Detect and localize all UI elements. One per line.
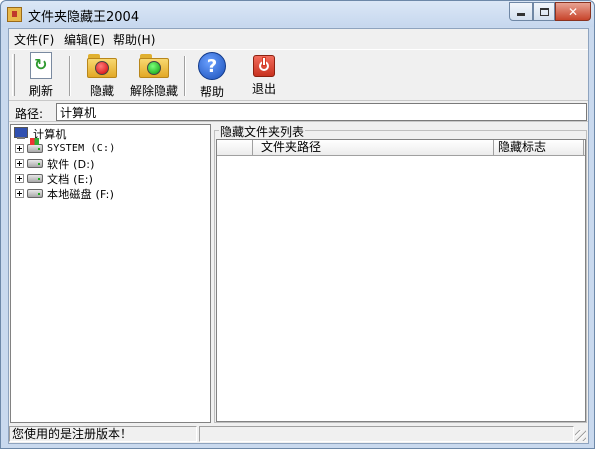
help-icon: ? xyxy=(198,52,226,80)
folder-unhide-icon xyxy=(138,52,170,79)
drive-icon xyxy=(27,189,43,198)
toolbar-grip[interactable] xyxy=(12,54,15,96)
maximize-button[interactable] xyxy=(533,2,555,21)
tree-item-drive-f[interactable]: 本地磁盘 (F:) xyxy=(15,186,114,201)
group-title: 隐藏文件夹列表 xyxy=(219,123,306,140)
expand-icon[interactable] xyxy=(15,159,24,168)
folder-tree[interactable]: 计算机 SYSTEM (C:) 软件 (D:) 文档 (E:) 本地磁盘 (F: xyxy=(10,124,211,423)
drive-icon xyxy=(27,159,43,168)
unhide-label: 解除隐藏 xyxy=(130,84,179,98)
app-folder-icon[interactable] xyxy=(7,7,22,22)
help-button[interactable]: ? 帮助 xyxy=(198,52,226,100)
power-icon xyxy=(253,55,275,77)
column-header-index[interactable] xyxy=(217,140,253,156)
toolbar-separator xyxy=(184,56,186,96)
hide-label: 隐藏 xyxy=(89,84,114,98)
client-area: 文件(F) 编辑(E) 帮助(H) 刷新 隐藏 解除隐藏 xyxy=(8,28,589,444)
window-title: 文件夹隐藏王2004 xyxy=(28,10,140,25)
menu-file[interactable]: 文件(F) xyxy=(14,31,54,48)
computer-icon xyxy=(13,127,29,140)
status-message: 您使用的是注册版本！ xyxy=(9,426,197,442)
path-label: 路径: xyxy=(15,107,44,121)
exit-label: 退出 xyxy=(252,82,277,96)
expand-icon[interactable] xyxy=(15,144,24,153)
title-bar[interactable]: 文件夹隐藏王2004 ✕ xyxy=(1,1,594,27)
toolbar-separator xyxy=(69,56,71,96)
minimize-icon xyxy=(517,13,525,16)
expand-icon[interactable] xyxy=(15,174,24,183)
refresh-label: 刷新 xyxy=(29,84,54,98)
app-window: 文件夹隐藏王2004 ✕ 文件(F) 编辑(E) 帮助(H) 刷新 隐藏 xyxy=(0,0,595,449)
menu-edit[interactable]: 编辑(E) xyxy=(64,31,105,48)
close-button[interactable]: ✕ xyxy=(555,2,591,21)
tree-item-drive-e[interactable]: 文档 (E:) xyxy=(15,171,93,186)
tree-item-label: 文档 (E:) xyxy=(47,172,94,186)
menu-bar: 文件(F) 编辑(E) 帮助(H) xyxy=(9,29,588,48)
tree-item-label: 本地磁盘 (F:) xyxy=(47,187,115,201)
status-secondary xyxy=(199,426,574,442)
unhide-button[interactable]: 解除隐藏 xyxy=(130,52,178,100)
tree-item-drive-c[interactable]: SYSTEM (C:) xyxy=(15,138,116,156)
resize-grip[interactable] xyxy=(575,430,586,441)
close-icon: ✕ xyxy=(567,4,579,19)
maximize-icon xyxy=(539,7,549,16)
status-bar: 您使用的是注册版本！ xyxy=(9,425,588,443)
tree-item-label: 软件 (D:) xyxy=(47,157,95,171)
tree-item-drive-d[interactable]: 软件 (D:) xyxy=(15,156,95,171)
path-input[interactable] xyxy=(56,103,587,121)
hidden-folder-list[interactable]: 文件夹路径 隐藏标志 xyxy=(216,139,586,422)
refresh-button[interactable]: 刷新 xyxy=(29,52,53,100)
toolbar: 刷新 隐藏 解除隐藏 ? 帮助 退 xyxy=(9,49,588,101)
minimize-button[interactable] xyxy=(509,2,533,21)
exit-button[interactable]: 退出 xyxy=(252,52,276,100)
folder-hide-icon xyxy=(86,52,118,79)
path-bar: 路径: xyxy=(9,102,588,122)
drive-icon xyxy=(27,174,43,183)
tree-item-computer[interactable]: 计算机 xyxy=(13,126,67,141)
column-header-path[interactable]: 文件夹路径 xyxy=(253,140,494,156)
system-drive-icon xyxy=(27,138,43,153)
help-label: 帮助 xyxy=(199,85,224,99)
menu-help[interactable]: 帮助(H) xyxy=(113,31,155,48)
expand-icon[interactable] xyxy=(15,189,24,198)
hide-button[interactable]: 隐藏 xyxy=(86,52,118,100)
list-header: 文件夹路径 隐藏标志 xyxy=(217,140,585,156)
tree-item-label: SYSTEM (C:) xyxy=(47,143,116,154)
refresh-icon xyxy=(30,52,52,79)
column-header-flag[interactable]: 隐藏标志 xyxy=(494,140,584,156)
